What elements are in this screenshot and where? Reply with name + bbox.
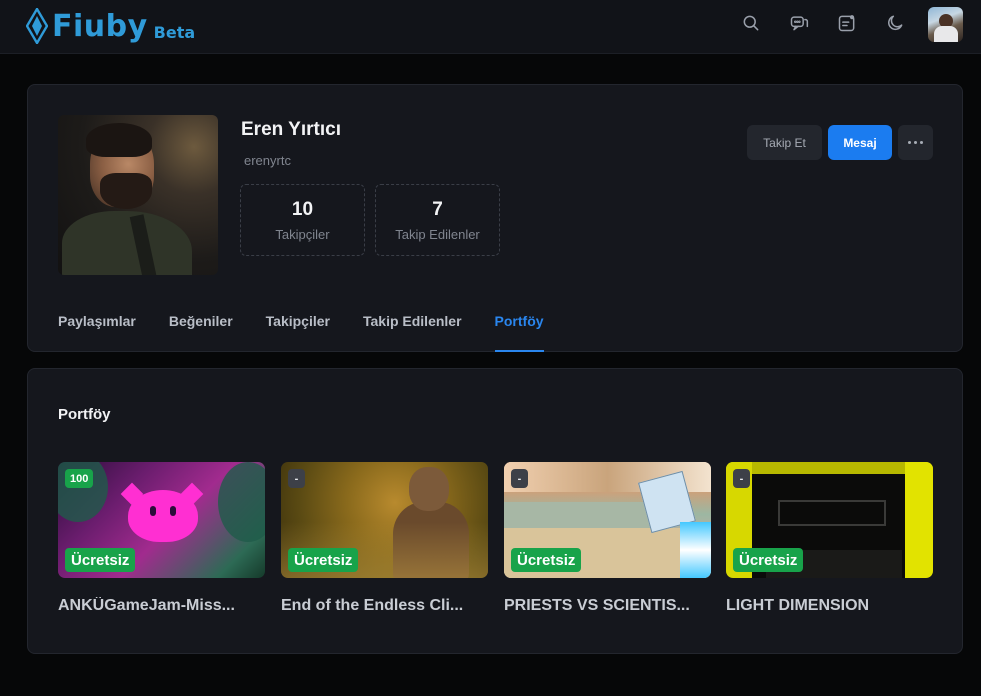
photo-hair: [86, 123, 152, 157]
game-thumbnail[interactable]: - Ücretsiz: [504, 462, 711, 578]
rating-badge: 100: [65, 469, 94, 488]
moon-icon: [888, 15, 903, 31]
followers-count: 10: [291, 199, 314, 220]
game-title[interactable]: End of the Endless Cli...: [281, 597, 488, 615]
search-icon: [743, 15, 759, 31]
photo-body: [62, 211, 192, 275]
game-card[interactable]: 100 Ücretsiz ANKÜGameJam-Miss...: [58, 462, 265, 615]
notes-button[interactable]: [835, 11, 859, 35]
thumb-creature: [128, 490, 198, 542]
following-label: Takip Edilenler: [395, 227, 480, 242]
profile-card: Eren Yırtıcı erenyrtc 10 Takipçiler 7 Ta…: [27, 84, 963, 352]
profile-name: Eren Yırtıcı: [241, 119, 341, 140]
thumb-frame: [778, 500, 886, 526]
tab-followers[interactable]: Takipçiler: [266, 300, 330, 352]
thumb-leaf: [218, 462, 265, 542]
rating-badge: -: [733, 469, 750, 488]
followers-stat[interactable]: 10 Takipçiler: [240, 184, 365, 256]
game-thumbnail[interactable]: 100 Ücretsiz: [58, 462, 265, 578]
follow-button[interactable]: Takip Et: [747, 125, 822, 160]
following-stat[interactable]: 7 Takip Edilenler: [375, 184, 500, 256]
top-bar: Fiuby Beta: [0, 0, 981, 54]
game-title[interactable]: LIGHT DIMENSION: [726, 597, 933, 615]
portfolio-title: Portföy: [58, 406, 111, 423]
tab-portfolio[interactable]: Portföy: [494, 300, 544, 352]
more-dots-icon: [908, 141, 923, 144]
followers-label: Takipçiler: [275, 227, 330, 242]
game-thumbnail[interactable]: - Ücretsiz: [726, 462, 933, 578]
profile-tabs: Paylaşımlar Beğeniler Takipçiler Takip E…: [58, 300, 544, 352]
logo[interactable]: Fiuby Beta: [26, 6, 195, 46]
logo-text: Fiuby: [52, 8, 148, 44]
chat-icon: [790, 16, 809, 31]
game-card[interactable]: - Ücretsiz End of the Endless Cli...: [281, 462, 488, 615]
thumb-eye: [170, 506, 176, 516]
thumb-stripe: [680, 522, 711, 578]
thumb-head: [409, 467, 449, 511]
thumb-eye: [150, 506, 156, 516]
message-button[interactable]: Mesaj: [828, 125, 892, 160]
logo-diamond-icon: [26, 8, 48, 44]
profile-photo: [58, 115, 218, 275]
tab-following[interactable]: Takip Edilenler: [363, 300, 462, 352]
game-title[interactable]: ANKÜGameJam-Miss...: [58, 597, 265, 615]
rating-badge: -: [511, 469, 528, 488]
beta-badge: Beta: [153, 22, 196, 42]
user-avatar[interactable]: [928, 7, 963, 42]
thumb-yellow-right: [905, 462, 933, 578]
price-badge: Ücretsiz: [288, 548, 359, 572]
price-badge: Ücretsiz: [65, 548, 136, 572]
search-button[interactable]: [739, 11, 763, 35]
avatar-body-shape: [934, 26, 958, 42]
profile-handle: erenyrtc: [244, 153, 291, 168]
thumb-yellow-top: [726, 462, 933, 474]
messages-button[interactable]: [787, 11, 811, 35]
game-card[interactable]: - Ücretsiz PRIESTS VS SCIENTIS...: [504, 462, 711, 615]
game-card[interactable]: - Ücretsiz LIGHT DIMENSION: [726, 462, 933, 615]
tab-posts[interactable]: Paylaşımlar: [58, 300, 136, 352]
portfolio-card: Portföy 100 Ücretsiz ANKÜGameJam-Miss...…: [27, 368, 963, 654]
game-title[interactable]: PRIESTS VS SCIENTIS...: [504, 597, 711, 615]
photo-beard: [100, 173, 152, 209]
tab-likes[interactable]: Beğeniler: [169, 300, 233, 352]
more-options-button[interactable]: [898, 125, 933, 160]
following-count: 7: [432, 199, 443, 220]
price-badge: Ücretsiz: [511, 548, 582, 572]
notes-icon: [838, 15, 855, 32]
game-thumbnail[interactable]: - Ücretsiz: [281, 462, 488, 578]
theme-toggle-button[interactable]: [883, 11, 907, 35]
price-badge: Ücretsiz: [733, 548, 804, 572]
rating-badge: -: [288, 469, 305, 488]
header-actions: [739, 11, 907, 35]
